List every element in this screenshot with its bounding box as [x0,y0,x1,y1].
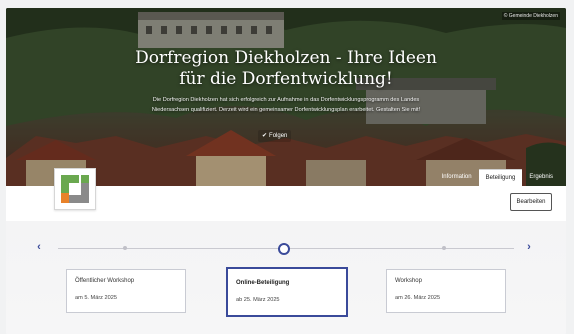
timeline-section: ‹ › Öffentlicher Workshop am 5. März 202… [6,221,566,334]
photo-credit: © Gemeinde Diekholzen [501,12,560,20]
timeline-dot[interactable] [442,246,446,250]
check-icon: ✔ [262,133,268,139]
timeline-dot-active[interactable] [278,243,290,255]
page-title-line2: für die Dorfentwicklung! [179,69,393,89]
project-logo [54,168,96,210]
page-title: Dorfregion Diekholzen - Ihre Ideen für d… [126,48,446,90]
card-date: ab 25. März 2025 [236,297,280,303]
tab-beteiligung[interactable]: Beteiligung [478,169,523,186]
page-title-line1: Dorfregion Diekholzen - Ihre Ideen [135,48,437,68]
edit-button[interactable]: Bearbeiten [510,193,552,211]
tab-ergebnis[interactable]: Ergebnis [522,169,560,186]
logo-icon [61,175,89,203]
page: © Gemeinde Diekholzen Dorfregion Diekhol… [6,8,566,334]
tab-bar: Information Beteiligung Ergebnis [435,169,560,186]
timeline-next-button[interactable]: › [522,240,536,254]
card-title: Workshop [395,278,422,284]
tab-information[interactable]: Information [435,169,479,186]
timeline-card-active[interactable]: Online-Beteiligung ab 25. März 2025 [226,267,348,317]
hero-description: Die Dorfregion Diekholzen hat sich erfol… [151,97,421,113]
hero-banner: © Gemeinde Diekholzen Dorfregion Diekhol… [6,8,566,186]
timeline-card[interactable]: Öffentlicher Workshop am 5. März 2025 [66,269,186,313]
follow-label: Folgen [269,133,288,139]
timeline-dot[interactable] [123,246,127,250]
card-date: am 5. März 2025 [75,295,117,301]
card-title: Online-Beteiligung [236,280,290,286]
card-date: am 26. März 2025 [395,295,441,301]
follow-button[interactable]: ✔ Folgen [258,130,292,142]
timeline-card[interactable]: Workshop am 26. März 2025 [386,269,506,313]
card-title: Öffentlicher Workshop [75,278,135,284]
timeline-prev-button[interactable]: ‹ [32,240,46,254]
